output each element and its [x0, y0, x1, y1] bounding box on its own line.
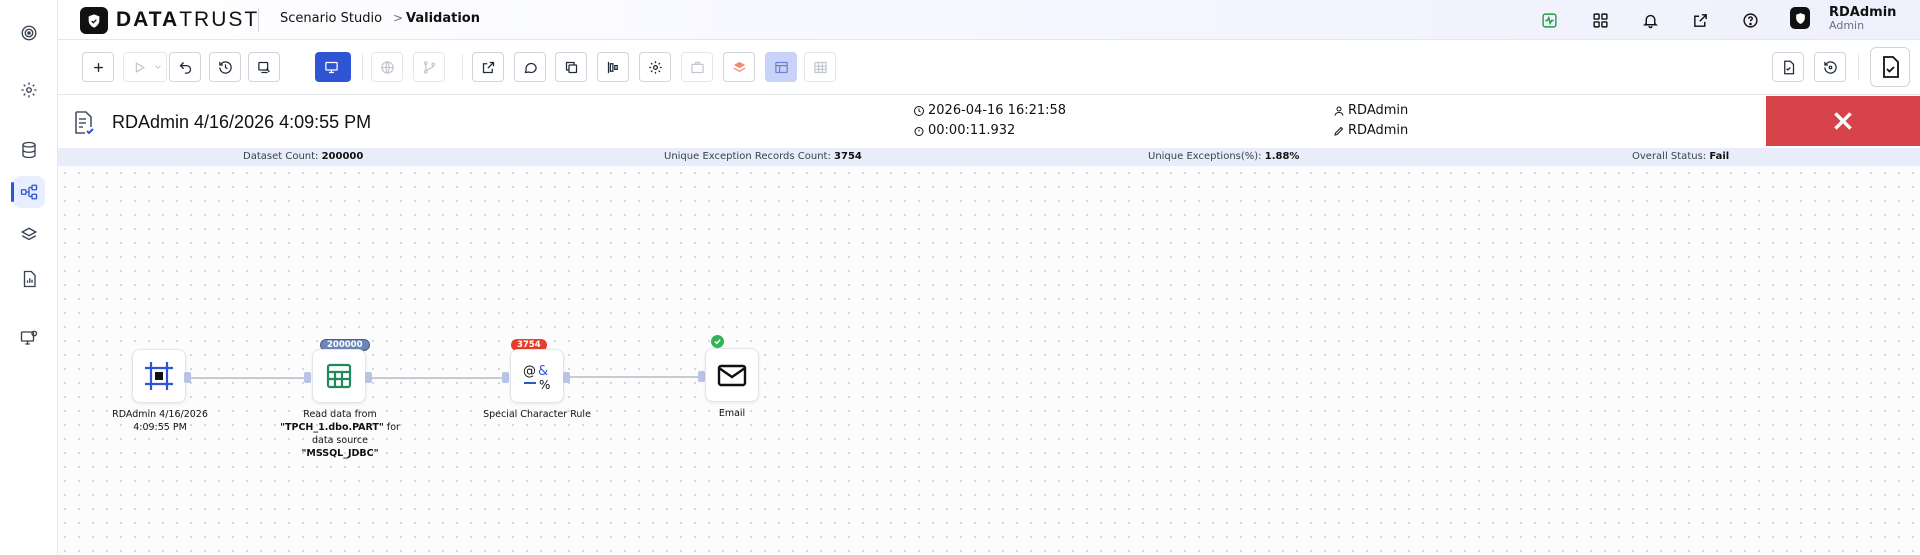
input-port[interactable] [698, 371, 705, 382]
app: DATATRUST Scenario Studio > Validation R… [0, 0, 1920, 555]
start-time-value: 2026-04-16 16:21:58 [928, 103, 1067, 118]
input-port[interactable] [304, 372, 311, 383]
workflow-canvas[interactable]: RDAdmin 4/16/2026 4:09:55 PM 200000 Read… [58, 166, 1920, 555]
timer-icon [914, 126, 924, 136]
node-read-data[interactable] [312, 349, 366, 403]
layers-icon[interactable] [13, 219, 45, 251]
special-character-icon: @ & % [523, 364, 550, 392]
brand-logo-icon [80, 7, 108, 34]
layout-view-button[interactable] [765, 52, 797, 82]
activity-icon[interactable] [1539, 10, 1559, 30]
edge-connector [359, 377, 508, 379]
copy-button[interactable] [555, 52, 587, 82]
frame-icon [145, 362, 173, 390]
briefcase-button[interactable] [681, 52, 713, 82]
validated-document-icon [72, 110, 96, 136]
node-read-data-label: Read data from "TPCH_1.dbo.PART" for dat… [280, 409, 400, 459]
svg-text:@: @ [523, 364, 536, 379]
stack-button[interactable] [723, 52, 755, 82]
help-icon[interactable] [1740, 10, 1760, 30]
user-role: Admin [1829, 19, 1865, 32]
run-config-button[interactable] [248, 52, 280, 82]
user-icon [1334, 106, 1344, 116]
database-icon[interactable] [13, 134, 45, 166]
bell-icon[interactable] [1640, 10, 1660, 30]
top-header: DATATRUST Scenario Studio > Validation R… [58, 0, 1920, 40]
export-button[interactable] [472, 52, 504, 82]
globe-button[interactable] [371, 52, 403, 82]
monitor-settings-icon[interactable] [13, 322, 45, 354]
report-icon[interactable] [13, 263, 45, 295]
external-link-icon[interactable] [1690, 10, 1710, 30]
history-button[interactable] [209, 52, 241, 82]
created-by-value: RDAdmin [1348, 103, 1409, 118]
dataset-count: Dataset Count: 200000 [243, 151, 364, 162]
monitor-view-button[interactable] [315, 52, 351, 82]
node-email[interactable] [705, 348, 759, 402]
modified-by-value: RDAdmin [1348, 123, 1409, 138]
run-title: RDAdmin 4/16/2026 4:09:55 PM [112, 112, 372, 132]
settings-button[interactable] [639, 52, 671, 82]
node-start[interactable] [132, 349, 186, 403]
header-divider [258, 8, 259, 32]
gear-icon[interactable] [13, 74, 45, 106]
toolbar-divider [462, 54, 463, 80]
breadcrumb-validation: Validation [406, 11, 480, 26]
table-view-button[interactable] [804, 52, 836, 82]
restore-button[interactable] [1814, 52, 1846, 82]
run-button[interactable] [123, 52, 167, 82]
modified-by: RDAdmin [1333, 123, 1408, 138]
stats-bar: Dataset Count: 200000 Unique Exception R… [58, 148, 1920, 166]
node-special-character-rule[interactable]: @ & % [510, 349, 564, 403]
breadcrumb-scenario-studio[interactable]: Scenario Studio [280, 11, 382, 26]
workflow-icon[interactable] [11, 176, 45, 208]
pencil-icon [1334, 126, 1344, 136]
studio-toolbar [58, 40, 1920, 95]
duration-value: 00:00:11.932 [928, 123, 1016, 138]
output-port[interactable] [365, 372, 372, 383]
breadcrumb-separator: > [393, 11, 404, 25]
node-special-character-label: Special Character Rule [483, 409, 591, 420]
apps-grid-icon[interactable] [1590, 10, 1610, 30]
svg-text:%: % [539, 378, 550, 392]
left-rail [0, 0, 58, 555]
created-by: RDAdmin [1333, 103, 1408, 118]
table-icon [326, 363, 352, 389]
close-x-icon [1834, 112, 1852, 130]
edge-connector [557, 376, 704, 378]
undo-button[interactable] [169, 52, 201, 82]
target-icon[interactable] [13, 17, 45, 49]
output-port[interactable] [184, 372, 191, 383]
add-button[interactable] [82, 52, 114, 82]
unique-exception-records: Unique Exception Records Count: 3754 [664, 151, 862, 162]
overall-status: Overall Status: Fail [1632, 151, 1730, 162]
toolbar-divider [362, 54, 363, 80]
brand-name: DATATRUST [116, 8, 260, 31]
toolbar-divider [1858, 54, 1859, 80]
clock-icon [914, 105, 924, 116]
run-start-time: 2026-04-16 16:21:58 [913, 103, 1066, 118]
document-export-button[interactable] [1772, 52, 1804, 82]
run-duration: 00:00:11.932 [913, 123, 1015, 138]
branch-button[interactable] [413, 52, 445, 82]
run-info-panel: RDAdmin 4/16/2026 4:09:55 PM 2026-04-16 … [58, 96, 1920, 148]
unique-exceptions-percent: Unique Exceptions(%): 1.88% [1148, 151, 1300, 162]
input-port[interactable] [502, 372, 509, 383]
svg-text:&: & [538, 364, 548, 379]
align-button[interactable] [597, 52, 629, 82]
node-email-label: Email [718, 408, 746, 419]
user-name[interactable]: RDAdmin [1829, 5, 1896, 20]
output-port[interactable] [563, 372, 570, 383]
node-start-label: RDAdmin 4/16/2026 4:09:55 PM [112, 409, 208, 433]
validate-document-button[interactable] [1870, 47, 1910, 87]
user-avatar[interactable] [1790, 7, 1810, 29]
envelope-icon [717, 364, 747, 387]
success-check-icon [711, 335, 724, 348]
comment-button[interactable] [514, 52, 546, 82]
fail-status-indicator[interactable] [1766, 96, 1920, 146]
